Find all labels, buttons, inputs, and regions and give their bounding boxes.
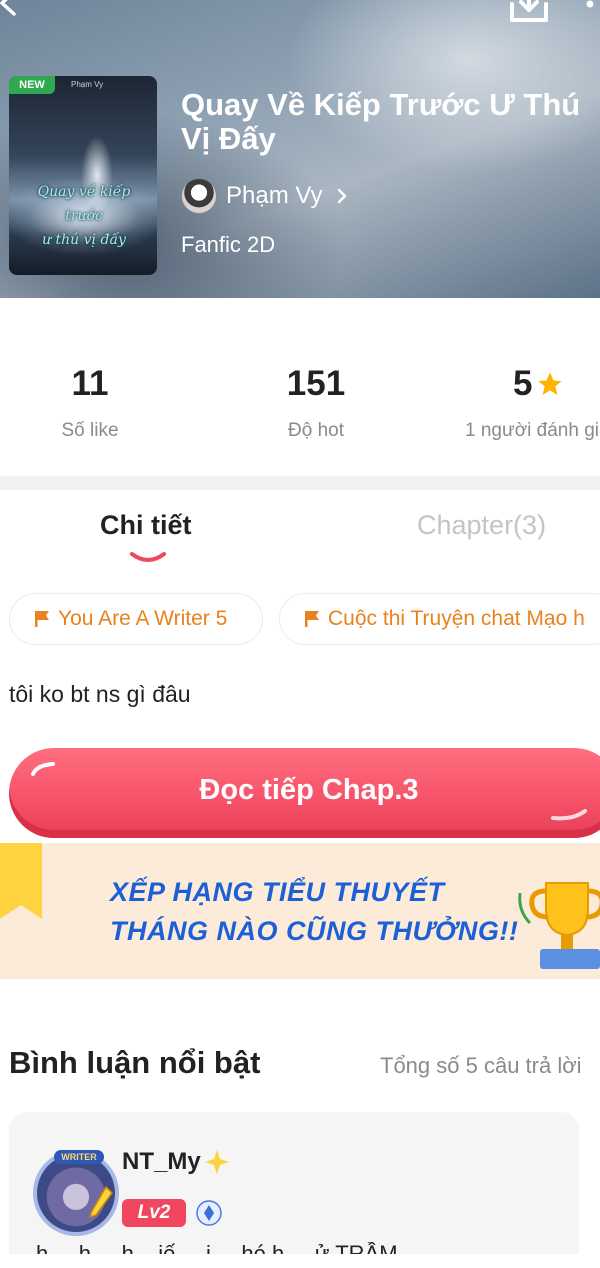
back-icon[interactable]	[0, 0, 24, 18]
flag-icon	[305, 611, 319, 627]
bottom-bar	[0, 1254, 600, 1268]
tab-details[interactable]: Chi tiết	[100, 510, 192, 541]
new-badge: NEW	[9, 76, 55, 94]
rating-label: 1 người đánh giá	[465, 420, 600, 441]
cover-title-line: ư thú vị đấy	[42, 232, 126, 248]
star-icon	[538, 372, 563, 396]
banner-line: XẾP HẠNG TIỂU THUYẾT	[110, 877, 445, 907]
book-header: NEW Phạm Vy Quay về kiếp trước ư thú vị …	[0, 0, 600, 298]
hot-count: 151	[286, 364, 346, 403]
comments-section-title: Bình luận nổi bật	[9, 1045, 261, 1080]
flag-icon	[35, 611, 49, 627]
rating-value: 5	[513, 364, 533, 403]
likes-count: 11	[71, 364, 109, 403]
continue-reading-label: Đọc tiếp Chap.3	[199, 774, 419, 806]
ranking-banner[interactable]: XẾP HẠNG TIỂU THUYẾT THÁNG NÀO CŨNG THƯỞ…	[0, 843, 600, 979]
genre-label: Fanfic 2D	[181, 232, 276, 257]
author-link[interactable]: Phạm Vy	[181, 177, 348, 215]
commenter-name: NT_My	[122, 1148, 201, 1175]
continue-reading-button[interactable]: Đọc tiếp Chap.3	[9, 748, 600, 838]
tag-label: Cuộc thi Truyện chat Mạo h	[328, 607, 585, 630]
cover-title: Quay về kiếp trước ư thú vị đấy	[19, 180, 149, 252]
active-tab-indicator	[130, 552, 166, 562]
verified-icon	[196, 1200, 222, 1226]
author-avatar	[181, 178, 217, 214]
chevron-right-icon	[338, 188, 347, 204]
banner-line: THÁNG NÀO CŨNG THƯỞNG!!	[110, 916, 519, 946]
cover-title-line: trước	[65, 208, 103, 224]
story-description: tôi ko bt ns gì đâu	[9, 681, 191, 707]
rating-stat[interactable]: 5 1 người đánh giá	[465, 364, 600, 442]
likes-label: Số like	[61, 420, 119, 441]
author-name: Phạm Vy	[226, 182, 323, 209]
commenter-name-row[interactable]: NT_My	[122, 1148, 231, 1176]
likes-stat: 11 Số like	[40, 364, 140, 442]
comments-count-link[interactable]: Tổng số 5 câu trả lời	[380, 1053, 582, 1079]
trophy-icon	[518, 882, 600, 969]
section-divider	[0, 476, 600, 490]
hot-stat: 151 Độ hot	[266, 364, 366, 442]
writer-badge: WRITER	[54, 1150, 104, 1164]
sparkle-icon	[204, 1150, 229, 1174]
tag-chip[interactable]: Cuộc thi Truyện chat Mạo h	[279, 593, 600, 645]
book-title: Quay Về Kiếp Trước Ư Thú Vị Đấy	[181, 87, 581, 156]
shine-decoration	[551, 809, 587, 821]
ribbon-decoration	[0, 843, 42, 919]
cover-author: Phạm Vy	[71, 80, 104, 89]
rating-value-row: 5	[465, 364, 600, 404]
tag-label: You Are A Writer 5	[58, 607, 228, 630]
cover-title-line: Quay về kiếp	[37, 184, 131, 200]
stats-panel: 11 Số like 151 Độ hot 5 1 người đánh giá	[0, 298, 600, 476]
download-icon[interactable]	[508, 0, 550, 24]
more-icon[interactable]	[582, 0, 598, 14]
pen-icon	[88, 1185, 113, 1219]
tag-chip[interactable]: You Are A Writer 5	[9, 593, 263, 645]
level-badge: Lv2	[122, 1199, 186, 1227]
book-cover[interactable]: NEW Phạm Vy Quay về kiếp trước ư thú vị …	[9, 76, 157, 275]
hot-label: Độ hot	[288, 420, 344, 441]
tab-chapter[interactable]: Chapter(3)	[417, 510, 546, 541]
